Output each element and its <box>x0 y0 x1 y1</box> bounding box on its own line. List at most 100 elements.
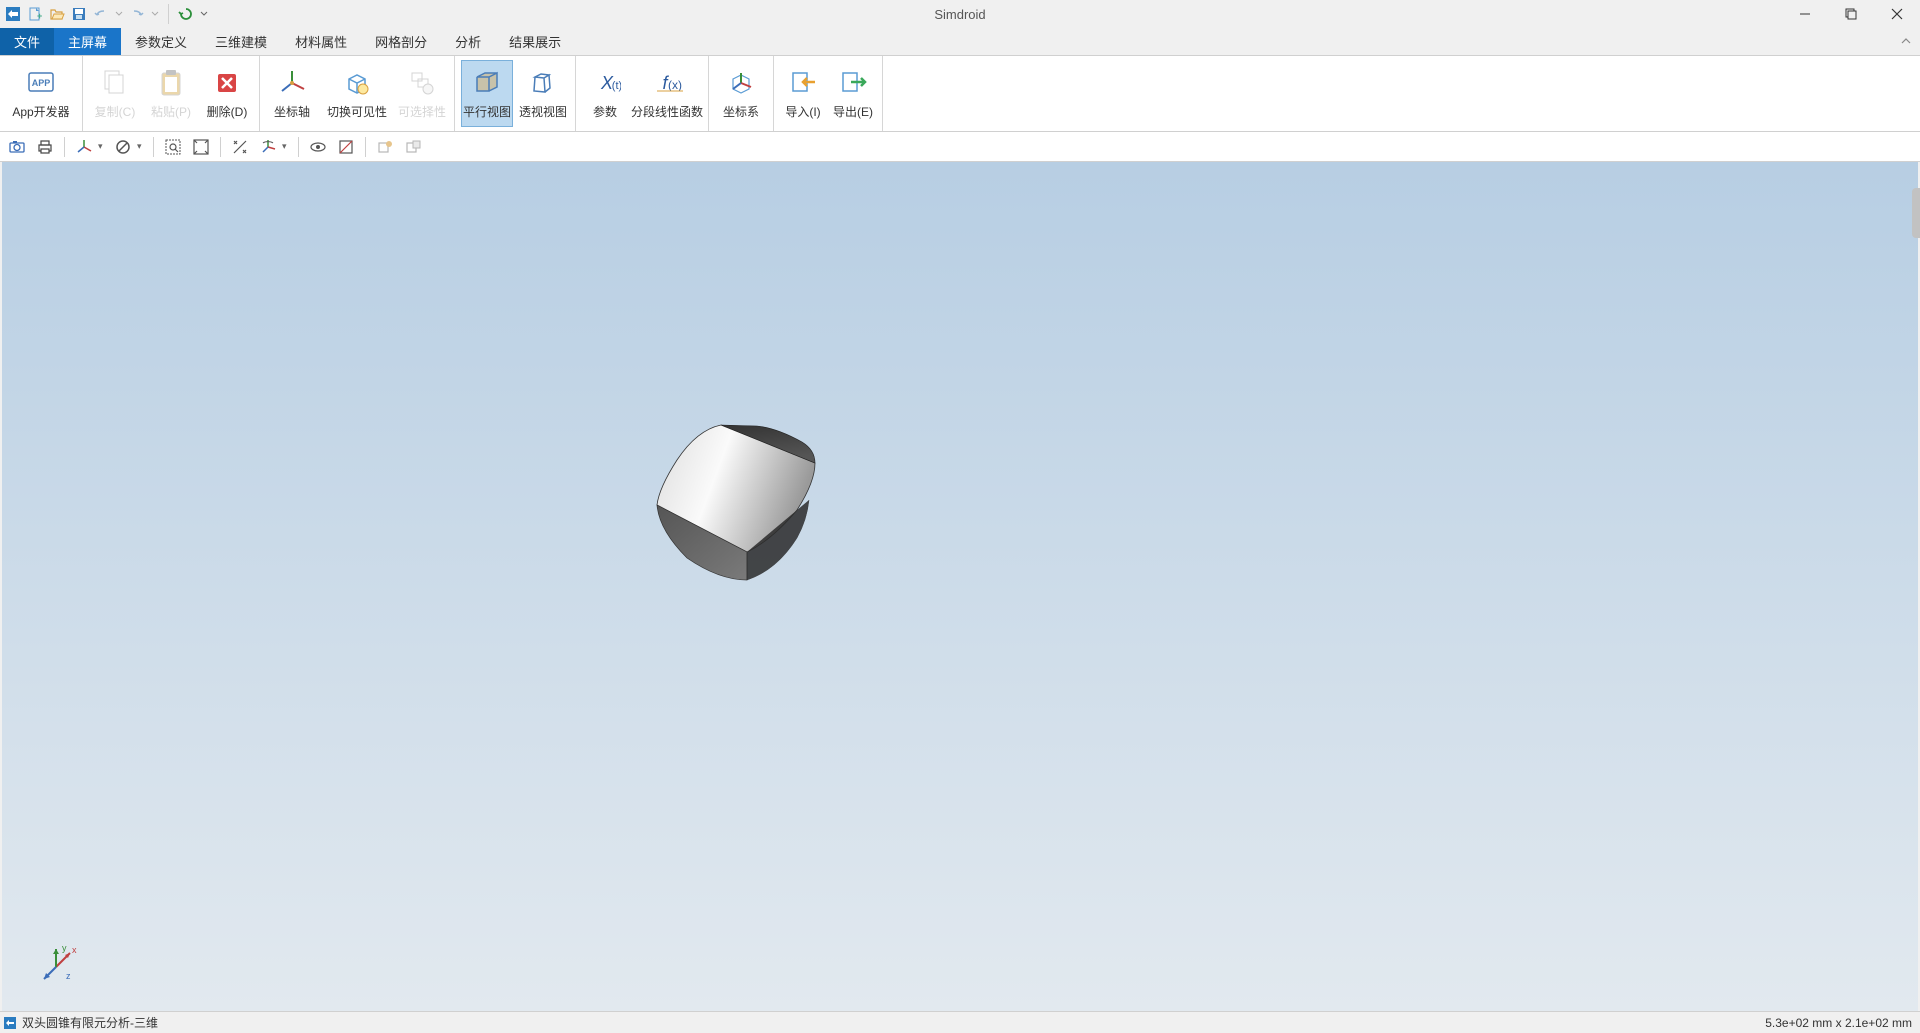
app-developer-label: App开发器 <box>12 103 69 120</box>
entity-icon-1[interactable] <box>372 134 398 160</box>
svg-text:APP: APP <box>32 78 51 88</box>
ribbon-group-coord: 坐标系 <box>709 56 774 131</box>
minimize-button[interactable] <box>1782 0 1828 28</box>
tab-params[interactable]: 参数定义 <box>121 28 201 55</box>
copy-button: 复制(C) <box>89 60 141 127</box>
ribbon-group-io: 导入(I) 导出(E) <box>774 56 883 131</box>
undo-icon[interactable] <box>92 5 110 23</box>
delete-label: 删除(D) <box>207 103 248 120</box>
measure-icon[interactable] <box>227 134 253 160</box>
app-developer-icon: APP <box>25 67 57 99</box>
svg-text:(t): (t) <box>612 80 621 92</box>
axis-x-label: x <box>72 945 77 955</box>
camera-icon[interactable] <box>4 134 30 160</box>
coord-sys-label: 坐标系 <box>723 103 759 120</box>
param-button[interactable]: X(t) 参数 <box>582 60 628 127</box>
tab-3dmodel[interactable]: 三维建模 <box>201 28 281 55</box>
menu-tab-bar: 文件 主屏幕 参数定义 三维建模 材料属性 网格剖分 分析 结果展示 <box>0 28 1920 56</box>
axis-button[interactable]: 坐标轴 <box>266 60 318 127</box>
eye-icon[interactable] <box>305 134 331 160</box>
tab-home[interactable]: 主屏幕 <box>54 28 121 55</box>
svg-text:(x): (x) <box>668 78 682 92</box>
document-name: 双头圆锥有限元分析-三维 <box>22 1014 158 1031</box>
axis-icon <box>276 67 308 99</box>
parallel-view-icon <box>471 67 503 99</box>
copy-label: 复制(C) <box>95 103 136 120</box>
ribbon-group-appdev: APP App开发器 <box>0 56 83 131</box>
tab-results[interactable]: 结果展示 <box>495 28 575 55</box>
perspective-view-icon <box>527 67 559 99</box>
param-label: 参数 <box>593 103 617 120</box>
separator <box>64 137 65 157</box>
toggle-visibility-button[interactable]: 切换可见性 <box>322 60 392 127</box>
app-logo-icon[interactable] <box>4 5 22 23</box>
piecewise-icon: f(x) <box>651 67 683 99</box>
print-icon[interactable] <box>32 134 58 160</box>
ribbon-group-func: X(t) 参数 f(x) 分段线性函数 <box>576 56 709 131</box>
zoom-extents-icon[interactable] <box>188 134 214 160</box>
ribbon-group-edit: 复制(C) 粘贴(P) 删除(D) <box>83 56 260 131</box>
param-icon: X(t) <box>589 67 621 99</box>
paste-icon <box>155 67 187 99</box>
doc-icon <box>2 1015 18 1031</box>
perspective-view-button[interactable]: 透视视图 <box>517 60 569 127</box>
import-label: 导入(I) <box>785 103 820 120</box>
close-button[interactable] <box>1874 0 1920 28</box>
collapse-ribbon-icon[interactable] <box>1900 34 1912 52</box>
tab-analysis[interactable]: 分析 <box>441 28 495 55</box>
export-label: 导出(E) <box>833 103 873 120</box>
piecewise-label: 分段线性函数 <box>631 103 703 120</box>
dropdown-arrow-icon[interactable]: ▾ <box>98 141 108 152</box>
parallel-view-button[interactable]: 平行视图 <box>461 60 513 127</box>
import-icon <box>787 67 819 99</box>
entity-icon-2[interactable] <box>400 134 426 160</box>
coord-sys-icon <box>725 67 757 99</box>
viewport-dimensions: 5.3e+02 mm x 2.1e+02 mm <box>1765 1016 1912 1030</box>
3d-model[interactable] <box>647 420 827 600</box>
parallel-view-label: 平行视图 <box>463 103 511 120</box>
section-icon[interactable] <box>333 134 359 160</box>
separator <box>220 137 221 157</box>
ribbon-group-view: 坐标轴 切换可见性 可选择性 <box>260 56 455 131</box>
app-developer-button[interactable]: APP App开发器 <box>6 60 76 127</box>
rotate-view-icon[interactable] <box>255 134 281 160</box>
save-icon[interactable] <box>70 5 88 23</box>
separator <box>153 137 154 157</box>
delete-icon <box>211 67 243 99</box>
window-controls <box>1782 0 1920 28</box>
cube-toggle-icon <box>341 67 373 99</box>
paste-label: 粘贴(P) <box>151 103 191 120</box>
open-file-icon[interactable] <box>48 5 66 23</box>
forbidden-icon[interactable] <box>110 134 136 160</box>
export-button[interactable]: 导出(E) <box>830 60 876 127</box>
zoom-box-icon[interactable] <box>160 134 186 160</box>
refresh-dropdown-icon[interactable] <box>199 5 209 23</box>
maximize-button[interactable] <box>1828 0 1874 28</box>
dropdown-arrow-icon[interactable]: ▾ <box>137 141 147 152</box>
coord-sys-button[interactable]: 坐标系 <box>715 60 767 127</box>
tab-mesh[interactable]: 网格剖分 <box>361 28 441 55</box>
selectable-label: 可选择性 <box>398 103 446 120</box>
tab-file[interactable]: 文件 <box>0 28 54 55</box>
refresh-icon[interactable] <box>177 5 195 23</box>
import-button[interactable]: 导入(I) <box>780 60 826 127</box>
ribbon: APP App开发器 复制(C) 粘贴(P) 删除(D) <box>0 56 1920 132</box>
qat-separator <box>168 4 169 24</box>
tab-material[interactable]: 材料属性 <box>281 28 361 55</box>
redo-dropdown-icon[interactable] <box>150 5 160 23</box>
dropdown-arrow-icon[interactable]: ▾ <box>282 141 292 152</box>
redo-icon[interactable] <box>128 5 146 23</box>
new-file-icon[interactable]: + <box>26 5 44 23</box>
toggle-visibility-label: 切换可见性 <box>327 103 387 120</box>
side-panel-handle[interactable] <box>1912 188 1920 238</box>
axis-z-label: z <box>66 971 71 981</box>
piecewise-button[interactable]: f(x) 分段线性函数 <box>632 60 702 127</box>
axis-small-icon[interactable] <box>71 134 97 160</box>
selectable-button: 可选择性 <box>396 60 448 127</box>
svg-text:+: + <box>37 11 42 21</box>
delete-button[interactable]: 删除(D) <box>201 60 253 127</box>
3d-viewport[interactable]: y x z <box>2 162 1918 1011</box>
copy-icon <box>99 67 131 99</box>
undo-dropdown-icon[interactable] <box>114 5 124 23</box>
title-bar: + Simdroid <box>0 0 1920 28</box>
